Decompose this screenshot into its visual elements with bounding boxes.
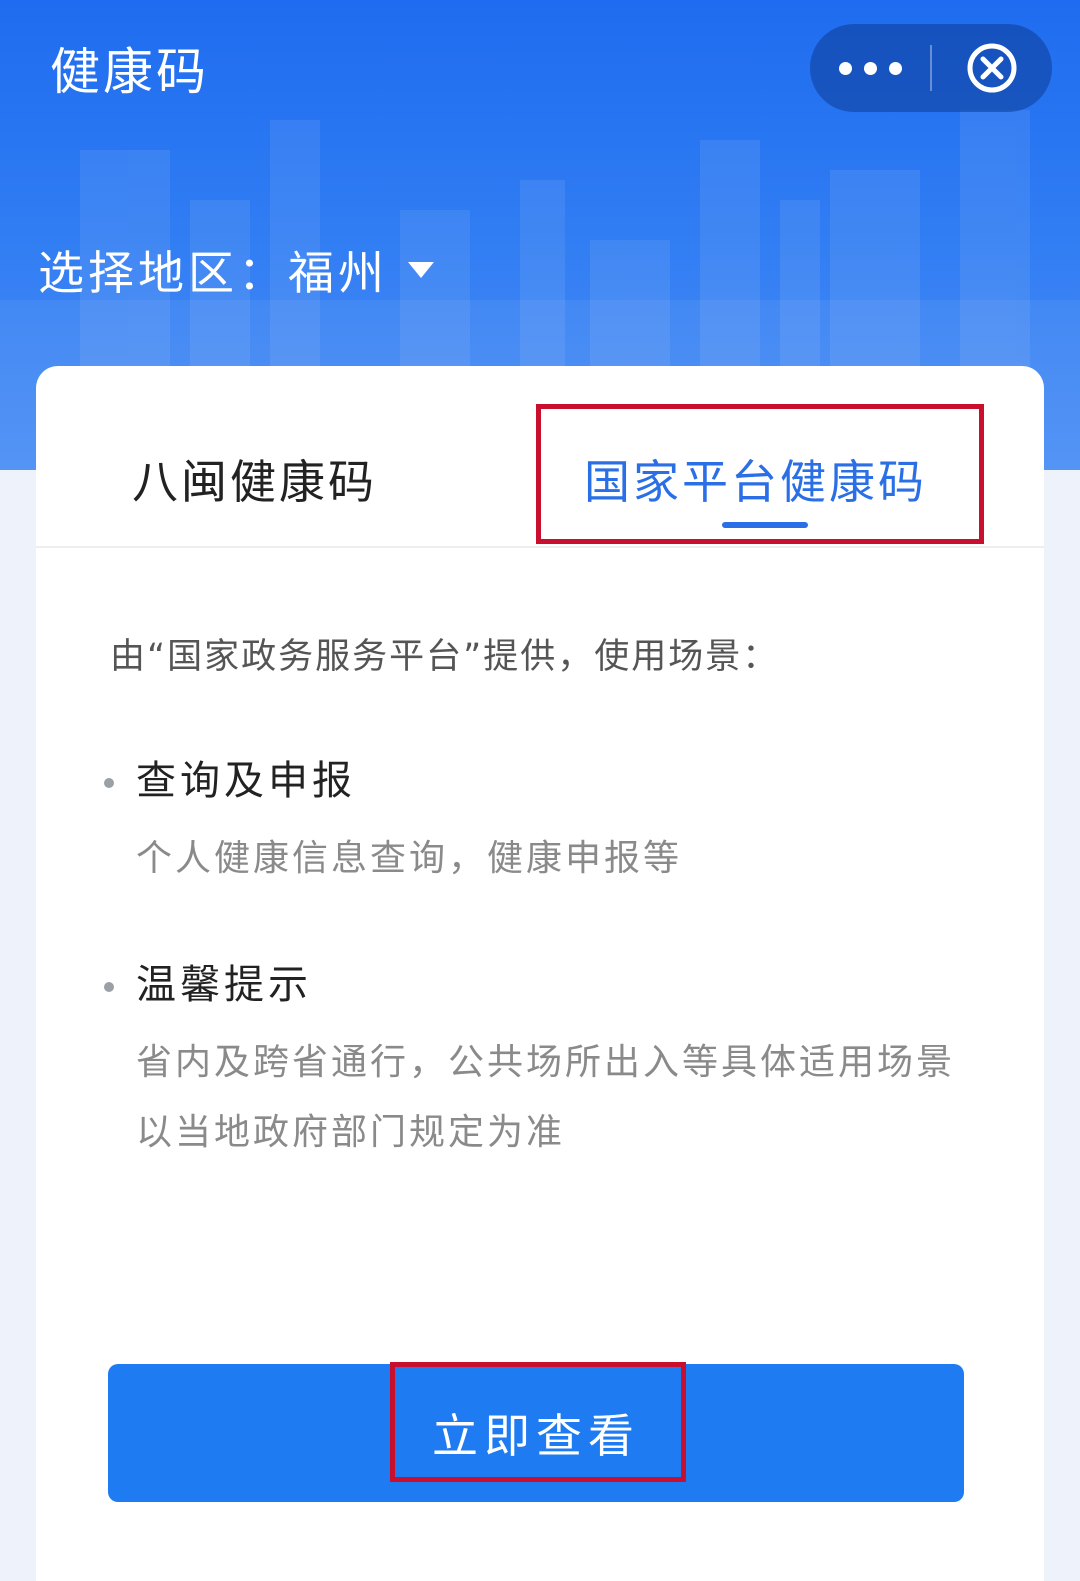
- region-selector[interactable]: 选择地区： 福州: [38, 240, 434, 300]
- region-value: 福州: [288, 246, 388, 300]
- intro-text: 由“国家政务服务平台”提供，使用场景：: [110, 637, 780, 677]
- more-icon: [888, 61, 902, 75]
- content-card: 八闽健康码 国家平台健康码 由“国家政务服务平台”提供，使用场景： 查询及申报 …: [36, 366, 1044, 1581]
- tab-bar: 八闽健康码 国家平台健康码: [36, 366, 1044, 548]
- region-label: 选择地区：: [38, 246, 288, 300]
- bullet-title: 查询及申报: [136, 758, 356, 804]
- more-icon: [863, 61, 877, 75]
- mini-program-capsule: [810, 24, 1052, 112]
- page-title: 健康码: [50, 43, 209, 101]
- caret-down-icon: [408, 262, 434, 278]
- bullet-dot: [104, 778, 114, 788]
- more-icon: [838, 61, 852, 75]
- highlight-box: [536, 404, 984, 544]
- highlight-box: [390, 1362, 686, 1482]
- bullet-dot: [104, 982, 114, 992]
- more-button[interactable]: [810, 24, 930, 112]
- bullet-description: 个人健康信息查询，健康申报等: [136, 838, 683, 879]
- bullet-description: 省内及跨省通行，公共场所出入等具体适用场景以当地政府部门规定为准: [136, 1042, 956, 1153]
- tab-bamin-health-code[interactable]: 八闽健康码: [132, 446, 377, 512]
- close-button[interactable]: [932, 24, 1052, 112]
- bullet-title: 温馨提示: [136, 962, 312, 1008]
- close-circle-icon: [967, 43, 1017, 93]
